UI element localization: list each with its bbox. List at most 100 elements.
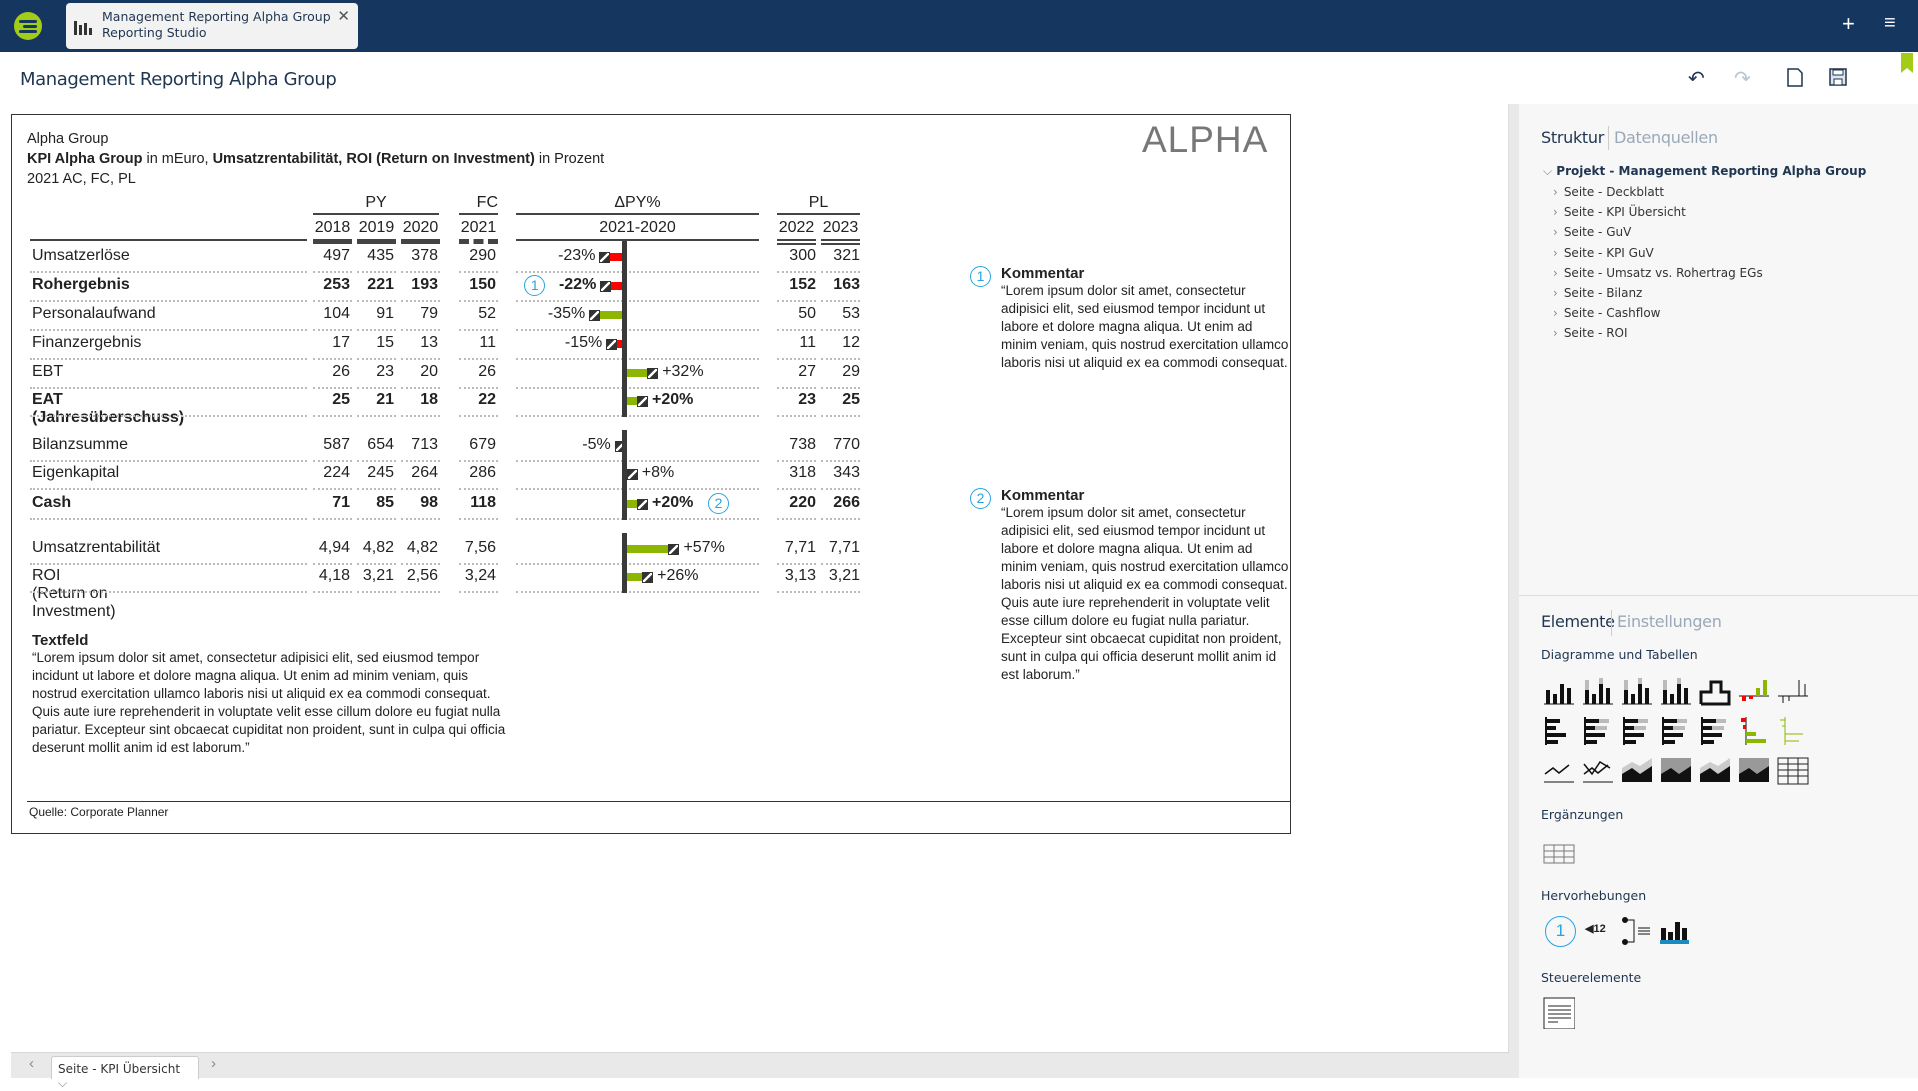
cell-value: 18 xyxy=(420,391,438,408)
tree-page-item[interactable]: › Seite - ROI xyxy=(1553,326,1628,340)
header-rule xyxy=(777,213,860,215)
variance-bar-chart-icon[interactable] xyxy=(1738,715,1770,747)
row-label: Eigenkapital xyxy=(32,464,120,481)
stacked-area-points-chart-icon[interactable] xyxy=(1738,754,1770,786)
save-icon[interactable] xyxy=(1829,68,1847,86)
row-separator xyxy=(357,591,396,593)
comment-marker[interactable]: 2 xyxy=(708,493,729,514)
comment-marker-2: 2 xyxy=(970,488,991,509)
row-separator xyxy=(459,329,498,331)
waterfall-bar-chart-icon[interactable] xyxy=(1699,715,1731,747)
textfield[interactable]: Textfeld “Lorem ipsum dolor sit amet, co… xyxy=(32,632,512,757)
cell-value: 3,24 xyxy=(464,567,496,584)
row-separator xyxy=(30,591,307,593)
row-separator xyxy=(30,387,307,389)
tree-page-item[interactable]: › Seite - Bilanz xyxy=(1553,286,1642,300)
row-separator xyxy=(777,358,816,360)
section-additions: Ergänzungen xyxy=(1541,807,1624,822)
tab-struktur[interactable]: Struktur xyxy=(1541,128,1604,147)
highlight-bars-icon[interactable] xyxy=(1659,916,1691,948)
stacked-column-chart-icon[interactable] xyxy=(1621,676,1653,708)
row-separator xyxy=(401,460,440,462)
new-page-icon[interactable] xyxy=(1787,68,1803,87)
row-label: Bilanzsumme xyxy=(32,436,129,453)
next-page-icon[interactable]: › xyxy=(211,1055,216,1072)
stacked-bar-chart-icon[interactable] xyxy=(1621,715,1653,747)
header-rule xyxy=(516,213,759,215)
cell-value: 321 xyxy=(833,247,860,264)
prev-page-icon[interactable]: ‹ xyxy=(29,1055,34,1072)
year-underline xyxy=(777,239,816,245)
year-header: 2020 xyxy=(402,219,439,236)
splitter[interactable] xyxy=(1509,104,1519,1078)
delta-label: +20% xyxy=(652,391,694,408)
difference-bracket-icon[interactable] xyxy=(1622,916,1654,948)
row-separator xyxy=(516,271,759,273)
row-label: Finanzergebnis xyxy=(32,334,142,351)
row-separator xyxy=(516,358,759,360)
chevron-right-icon: › xyxy=(1553,205,1558,220)
line-chart-icon[interactable] xyxy=(1543,754,1575,786)
column-chart-icon[interactable] xyxy=(1543,676,1575,708)
multi-line-chart-icon[interactable] xyxy=(1582,754,1614,786)
variance-column-chart-icon[interactable] xyxy=(1738,676,1770,708)
tree-page-item[interactable]: › Seite - Deckblatt xyxy=(1553,185,1664,199)
row-label: Umsatzrentabilität xyxy=(32,539,161,556)
highlight-value-icon[interactable]: ◀12 xyxy=(1585,922,1606,935)
delta-marker xyxy=(668,544,680,555)
undo-icon[interactable]: ↶ xyxy=(1688,66,1705,91)
year-underline xyxy=(459,239,498,244)
cell-value: 13 xyxy=(420,334,438,351)
tree-page-item[interactable]: › Seite - Umsatz vs. Rohertrag EGs xyxy=(1553,266,1763,280)
add-icon[interactable]: + xyxy=(1842,11,1855,37)
cell-value: 52 xyxy=(478,305,496,322)
row-separator xyxy=(30,300,307,302)
waterfall-column-chart-icon[interactable] xyxy=(1699,676,1731,708)
chevron-right-icon: › xyxy=(1553,225,1558,240)
delta-axis xyxy=(622,430,627,520)
table-addition-icon[interactable] xyxy=(1543,837,1575,869)
tree-project[interactable]: ⌵ Projekt - Management Reporting Alpha G… xyxy=(1543,164,1866,179)
chevron-right-icon: › xyxy=(1553,245,1558,260)
page-select[interactable]: Seite - KPI Übersicht ⌵ xyxy=(51,1056,199,1090)
delta-label: +57% xyxy=(683,539,725,556)
bar-chart-icon[interactable] xyxy=(1543,715,1575,747)
tab-einstellungen[interactable]: Einstellungen xyxy=(1617,612,1722,631)
tab-datenquellen[interactable]: Datenquellen xyxy=(1614,128,1718,147)
area-chart-icon[interactable] xyxy=(1621,754,1653,786)
grouped-bar-chart-icon[interactable] xyxy=(1582,715,1614,747)
row-separator xyxy=(357,329,396,331)
delta-label: -15% xyxy=(564,334,603,351)
menu-icon[interactable]: ≡ xyxy=(1884,12,1896,35)
row-separator xyxy=(516,518,759,520)
row-separator xyxy=(401,488,440,490)
pin-column-chart-icon[interactable] xyxy=(1777,676,1809,708)
row-label: EAT (Jahresüberschuss) xyxy=(32,391,185,426)
grouped-column-chart-icon[interactable] xyxy=(1582,676,1614,708)
stacked-100-column-chart-icon[interactable] xyxy=(1660,676,1692,708)
redo-icon[interactable]: ↷ xyxy=(1734,66,1751,91)
tab-elemente[interactable]: Elemente xyxy=(1541,612,1615,631)
comment-2[interactable]: 2 Kommentar “Lorem ipsum dolor sit amet,… xyxy=(970,487,1288,684)
bookmark-icon[interactable] xyxy=(1901,53,1913,73)
tab-divider xyxy=(1608,126,1609,150)
cell-value: 98 xyxy=(420,494,438,511)
tree-page-item[interactable]: › Seite - KPI Übersicht xyxy=(1553,205,1686,219)
tree-page-item[interactable]: › Seite - GuV xyxy=(1553,225,1631,239)
year-header: 2021 xyxy=(460,219,497,236)
tree-page-item[interactable]: › Seite - Cashflow xyxy=(1553,306,1661,320)
comment-1[interactable]: 1 Kommentar “Lorem ipsum dolor sit amet,… xyxy=(970,265,1288,372)
highlight-number-icon[interactable]: 1 xyxy=(1545,916,1576,947)
stacked-100-bar-chart-icon[interactable] xyxy=(1660,715,1692,747)
tree-page-item[interactable]: › Seite - KPI GuV xyxy=(1553,246,1654,260)
cell-value: 266 xyxy=(833,494,860,511)
delta-label: -23% xyxy=(558,247,596,264)
stacked-area-chart-icon[interactable] xyxy=(1660,754,1692,786)
delta-marker xyxy=(599,252,611,263)
row-label: Umsatzerlöse xyxy=(32,247,130,264)
year-underline xyxy=(401,239,440,244)
text-control-icon[interactable] xyxy=(1543,997,1575,1029)
area-points-chart-icon[interactable] xyxy=(1699,754,1731,786)
pin-bar-chart-icon[interactable] xyxy=(1777,715,1809,747)
table-icon[interactable] xyxy=(1777,754,1809,786)
